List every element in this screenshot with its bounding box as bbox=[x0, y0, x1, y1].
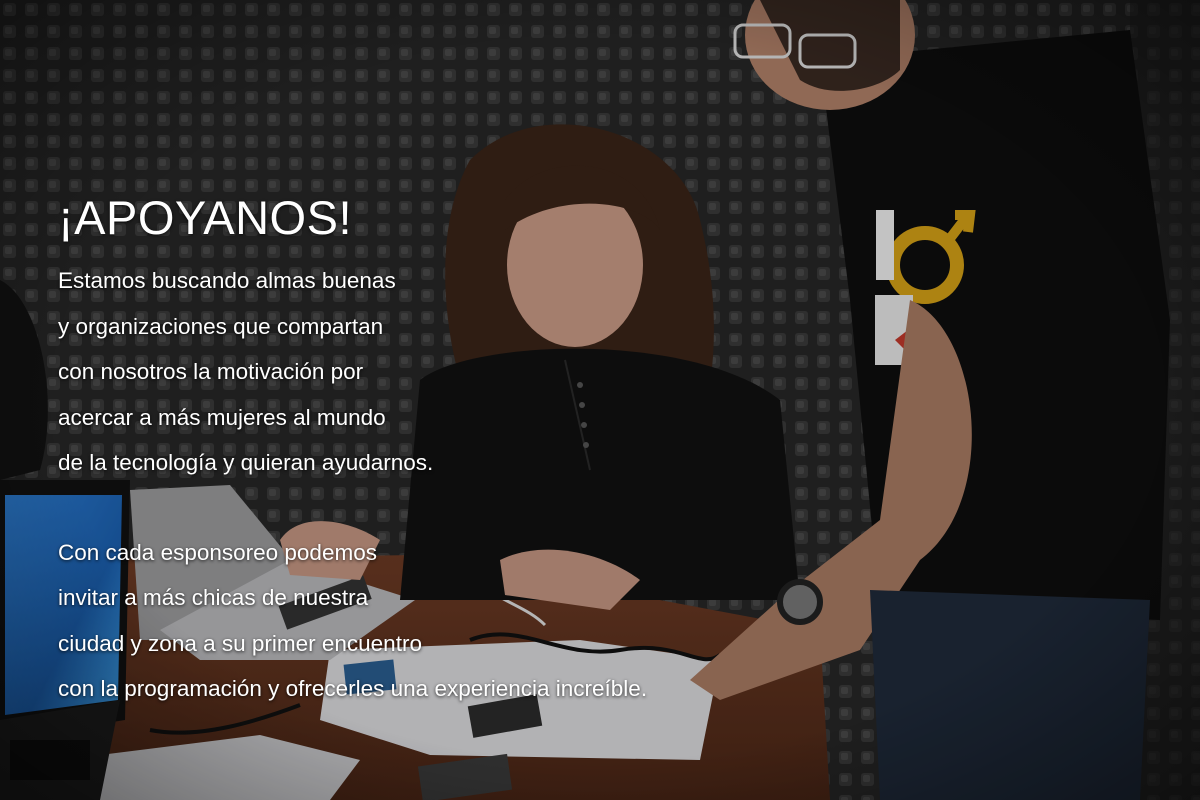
support-banner: ¡APOYANOS! Estamos buscando almas buenas… bbox=[0, 0, 1200, 800]
paragraph-sponsors-call: Estamos buscando almas buenas y organiza… bbox=[58, 258, 818, 486]
text-line: ciudad y zona a su primer encuentro bbox=[58, 630, 422, 656]
support-text-block: ¡APOYANOS! Estamos buscando almas buenas… bbox=[58, 178, 818, 712]
text-line: y organizaciones que compartan bbox=[58, 313, 384, 339]
text-line: acercar a más mujeres al mundo bbox=[58, 404, 386, 430]
text-line: de la tecnología y quieran ayudarnos. bbox=[58, 450, 434, 475]
text-line: Con cada esponsoreo podemos bbox=[58, 539, 377, 565]
headline: ¡APOYANOS! bbox=[58, 191, 353, 244]
text-line: invitar a más chicas de nuestra bbox=[58, 585, 369, 610]
text-line: Estamos buscando almas buenas bbox=[58, 268, 396, 293]
text-line: con la programación y ofrecerles una exp… bbox=[58, 676, 648, 701]
text-line: con nosotros la motivación por bbox=[58, 359, 364, 384]
paragraph-sponsorship-impact: Con cada esponsoreo podemos invitar a má… bbox=[58, 530, 818, 712]
